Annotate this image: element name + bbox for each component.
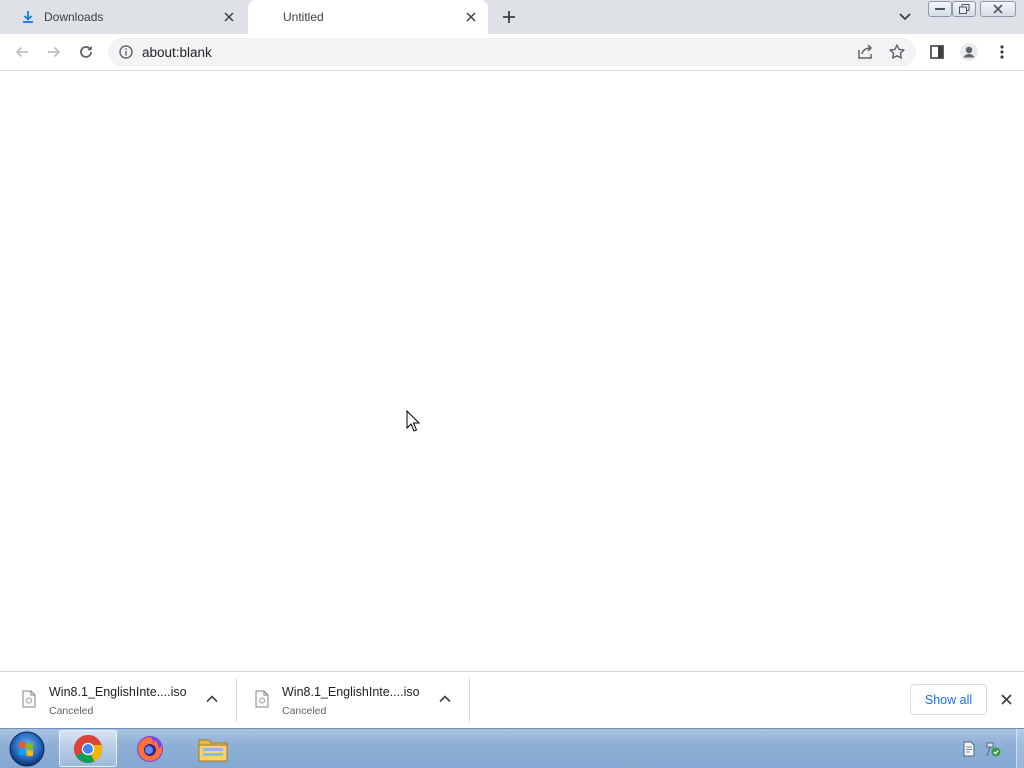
show-desktop-button[interactable]	[1016, 729, 1024, 768]
side-panel-button[interactable]	[924, 39, 950, 65]
minimize-icon	[935, 8, 945, 10]
windows-start-icon	[9, 731, 45, 767]
tab-untitled[interactable]: Untitled	[248, 0, 488, 34]
back-icon	[15, 46, 28, 58]
reload-icon	[80, 46, 92, 58]
chevron-down-icon	[899, 13, 911, 21]
side-panel-icon	[930, 45, 944, 59]
restore-icon	[958, 4, 969, 14]
plus-icon	[503, 11, 515, 23]
share-icon[interactable]	[856, 43, 874, 61]
address-bar[interactable]: about:blank	[108, 38, 916, 66]
close-icon	[993, 4, 1003, 14]
file-explorer-icon	[198, 739, 228, 761]
tab-label: Untitled	[283, 10, 324, 24]
file-icon	[255, 690, 269, 708]
download-separator	[469, 678, 470, 722]
tab-downloads[interactable]: Downloads	[0, 0, 246, 34]
chevron-up-icon[interactable]	[204, 691, 220, 707]
download-status: Canceled	[282, 705, 327, 717]
profile-icon	[960, 43, 978, 61]
system-tray	[930, 729, 1024, 768]
browser-toolbar: about:blank	[0, 34, 1024, 71]
taskbar	[0, 728, 1024, 768]
url-text[interactable]: about:blank	[142, 45, 212, 60]
reload-button[interactable]	[73, 39, 99, 65]
tab-strip: Downloads Untitled	[0, 0, 1024, 34]
file-icon	[22, 690, 36, 708]
forward-button[interactable]	[41, 39, 67, 65]
download-filename: Win8.1_EnglishInte....iso	[282, 685, 420, 699]
new-tab-button[interactable]	[498, 6, 520, 28]
download-item[interactable]: Win8.1_EnglishInte....iso Canceled	[0, 678, 233, 722]
forward-icon	[48, 46, 61, 58]
restore-button[interactable]	[952, 1, 976, 17]
download-status: Canceled	[49, 705, 94, 717]
menu-icon	[1000, 45, 1004, 59]
profile-button[interactable]	[956, 39, 982, 65]
star-icon[interactable]	[888, 43, 906, 61]
page-content	[0, 71, 1024, 671]
download-icon	[20, 9, 36, 25]
close-shelf-button[interactable]	[996, 689, 1016, 709]
show-all-button[interactable]: Show all	[910, 684, 987, 715]
tab-label: Downloads	[44, 10, 104, 24]
mouse-cursor-icon	[406, 410, 420, 432]
menu-button[interactable]	[989, 39, 1015, 65]
start-button[interactable]	[6, 730, 46, 768]
tab-search-button[interactable]	[894, 6, 916, 28]
taskbar-chrome[interactable]	[59, 730, 117, 767]
download-item[interactable]: Win8.1_EnglishInte....iso Canceled	[233, 678, 466, 722]
notification-document-icon[interactable]	[961, 741, 977, 757]
taskbar-firefox[interactable]	[121, 730, 179, 767]
minimize-button[interactable]	[928, 1, 952, 17]
close-icon	[1000, 693, 1012, 705]
tab-close-icon[interactable]	[220, 8, 238, 26]
download-shelf: Win8.1_EnglishInte....iso Canceled Win8.…	[0, 671, 1024, 728]
download-filename: Win8.1_EnglishInte....iso	[49, 685, 187, 699]
action-center-icon[interactable]	[985, 741, 1001, 757]
chrome-icon	[74, 734, 103, 763]
chevron-up-icon[interactable]	[437, 691, 453, 707]
taskbar-file-explorer[interactable]	[184, 730, 242, 767]
close-window-button[interactable]	[980, 1, 1016, 17]
tab-close-icon[interactable]	[462, 8, 480, 26]
firefox-icon	[137, 735, 163, 762]
back-button[interactable]	[9, 39, 35, 65]
info-icon[interactable]	[118, 44, 134, 60]
